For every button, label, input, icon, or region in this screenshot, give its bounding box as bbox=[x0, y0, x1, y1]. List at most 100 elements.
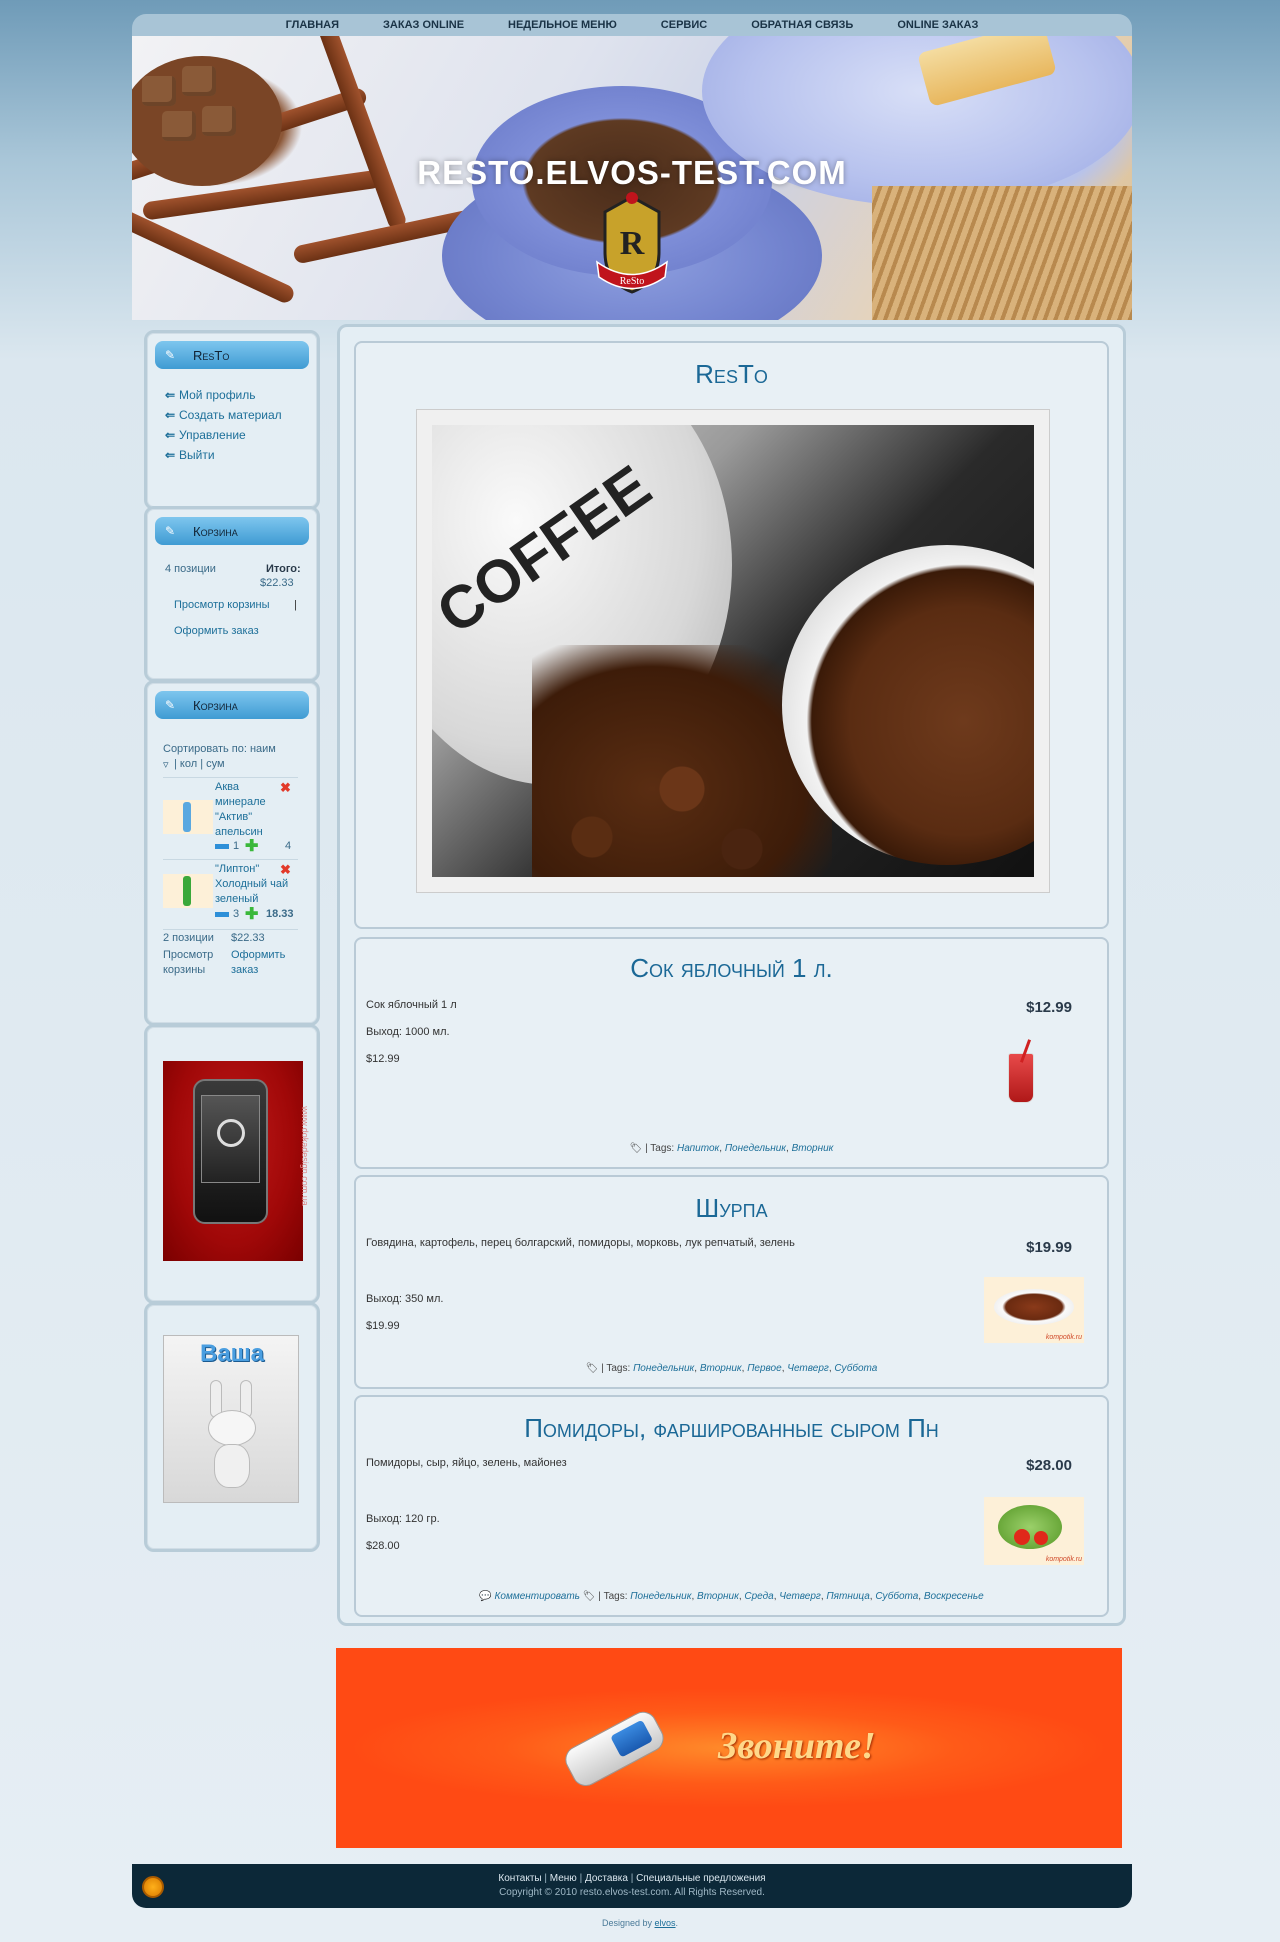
product-price: $28.00 bbox=[1026, 1457, 1072, 1474]
checkout-link[interactable]: Оформить заказ bbox=[174, 625, 259, 637]
banner-text: Звоните! bbox=[718, 1725, 876, 1767]
nav-online-order[interactable]: Online заказ bbox=[875, 19, 1000, 31]
cart-total-label: Итого: bbox=[266, 563, 301, 575]
cart-summary-header: ✎ Корзина bbox=[155, 517, 309, 545]
pen-icon: ✎ bbox=[165, 348, 176, 362]
tag-link[interactable]: Понедельник bbox=[633, 1363, 694, 1374]
menu-link-manage[interactable]: Управление bbox=[179, 428, 246, 442]
product-tags: 🏷 | Tags: Понедельник, Вторник, Первое, … bbox=[585, 1363, 878, 1374]
tag-link[interactable]: Понедельник bbox=[725, 1143, 786, 1154]
product-price: $19.99 bbox=[1026, 1239, 1072, 1256]
product-title[interactable]: Помидоры, фаршированные сыром Пн bbox=[356, 1413, 1107, 1444]
soup-bowl-image[interactable]: kompotik.ru bbox=[984, 1277, 1084, 1343]
increase-qty-icon[interactable]: ✚ bbox=[245, 904, 258, 924]
pen-icon: ✎ bbox=[165, 698, 176, 712]
footer-link-delivery[interactable]: Доставка bbox=[585, 1873, 628, 1884]
product-price-text: $12.99 bbox=[366, 1053, 400, 1065]
tag-link[interactable]: Напиток bbox=[677, 1143, 719, 1154]
tag-link[interactable]: Первое bbox=[747, 1363, 782, 1374]
tag-link[interactable]: Понедельник bbox=[630, 1591, 691, 1602]
product-tags: 🏷 | Tags: Напиток, Понедельник, Вторник bbox=[629, 1143, 834, 1154]
decrease-qty-icon[interactable] bbox=[215, 912, 229, 917]
designed-link[interactable]: elvos bbox=[655, 1918, 676, 1928]
comment-link[interactable]: Комментировать bbox=[495, 1591, 580, 1602]
cart-detail-view-link[interactable]: Просмотр корзины bbox=[163, 948, 223, 978]
lipton-bottle-thumb[interactable] bbox=[163, 874, 213, 908]
pen-icon: ✎ bbox=[165, 524, 176, 538]
nav-service[interactable]: Сервис bbox=[639, 19, 729, 31]
header-banner: RESTO.ELVOS-TEST.COM R ReSto bbox=[132, 36, 1132, 320]
cart-item-qty: 3 bbox=[233, 908, 240, 920]
product-yield: Выход: 1000 мл. bbox=[366, 1026, 450, 1038]
bunny-ad[interactable]: Ваша bbox=[163, 1335, 299, 1503]
phone-ad[interactable]: www.dokadesign.com.ua bbox=[163, 1061, 310, 1261]
product-title[interactable]: Шурпа bbox=[356, 1193, 1107, 1224]
nav-home[interactable]: Главная bbox=[264, 19, 361, 31]
phone-body bbox=[193, 1079, 268, 1224]
footer-link-specials[interactable]: Специальные предложения bbox=[636, 1873, 766, 1884]
rss-icon[interactable] bbox=[142, 1876, 164, 1898]
juice-glass-image[interactable] bbox=[998, 1039, 1048, 1115]
tag-icon: 🏷 bbox=[582, 1591, 596, 1602]
product-price-text: $28.00 bbox=[366, 1540, 400, 1552]
tag-link[interactable]: Суббота bbox=[834, 1363, 877, 1374]
sugar-cube-4 bbox=[202, 106, 236, 136]
tag-link[interactable]: Пятница bbox=[826, 1591, 869, 1602]
footer-link-menu[interactable]: Меню bbox=[550, 1873, 577, 1884]
user-menu-list: ⇐ Мой профиль ⇐ Создать материал ⇐ Управлен… bbox=[147, 369, 317, 465]
menu-item-profile[interactable]: ⇐ Мой профиль bbox=[165, 385, 317, 405]
sort-dropdown-icon[interactable]: ▿ bbox=[163, 758, 169, 771]
menu-link-logout[interactable]: Выйти bbox=[179, 448, 215, 462]
remove-icon[interactable]: ✖ bbox=[280, 780, 291, 796]
tag-link[interactable]: Вторник bbox=[697, 1591, 739, 1602]
coffee-image[interactable]: COFFEE bbox=[432, 425, 1034, 877]
sort-options[interactable]: | кол | сум bbox=[174, 758, 225, 770]
sort-label: Сортировать по: наим bbox=[163, 743, 276, 755]
tag-link[interactable]: Вторник bbox=[700, 1363, 742, 1374]
designed-suffix: . bbox=[675, 1918, 679, 1928]
resto-logo[interactable]: R ReSto bbox=[587, 192, 677, 302]
product-title[interactable]: Сок яблочный 1 л. bbox=[356, 953, 1107, 984]
tag-link[interactable]: Суббота bbox=[875, 1591, 918, 1602]
menu-item-create[interactable]: ⇐ Создать материал bbox=[165, 405, 317, 425]
nav-weekly-menu[interactable]: Недельное меню bbox=[486, 19, 639, 31]
arrow-left-icon: ⇐ bbox=[165, 408, 176, 422]
cinnamon-stick-3 bbox=[315, 36, 409, 232]
call-banner[interactable]: Звоните! bbox=[336, 1648, 1122, 1848]
tag-icon: 🏷 bbox=[629, 1143, 643, 1154]
cart-item: "Липтон" Холодный чай зеленый ✖ 3 ✚ 18.3… bbox=[163, 859, 298, 929]
menu-item-logout[interactable]: ⇐ Выйти bbox=[165, 445, 317, 465]
page-wrapper: Главная Заказ online Недельное меню Серв… bbox=[132, 14, 1132, 1914]
nav-feedback[interactable]: Обратная связь bbox=[729, 19, 875, 31]
product-price-text: $19.99 bbox=[366, 1320, 400, 1332]
cart-detail-checkout-link[interactable]: Оформить заказ bbox=[231, 948, 297, 978]
bunny-figure bbox=[204, 1380, 260, 1490]
water-bottle-thumb[interactable] bbox=[163, 800, 213, 834]
increase-qty-icon[interactable]: ✚ bbox=[245, 836, 258, 856]
featured-title: ResTo bbox=[695, 359, 768, 389]
menu-link-create[interactable]: Создать материал bbox=[179, 408, 282, 422]
site-title: RESTO.ELVOS-TEST.COM bbox=[417, 154, 847, 191]
arrow-left-icon: ⇐ bbox=[165, 448, 176, 462]
menu-link-profile[interactable]: Мой профиль bbox=[179, 388, 256, 402]
cart-item-name[interactable]: Аква минерале "Актив" апельсин bbox=[215, 780, 277, 840]
tag-link[interactable]: Четверг bbox=[787, 1363, 829, 1374]
svg-text:R: R bbox=[620, 225, 645, 262]
comment-icon[interactable]: 💬 bbox=[479, 1591, 491, 1602]
top-nav: Главная Заказ online Недельное меню Серв… bbox=[132, 14, 1132, 36]
footer-link-contacts[interactable]: Контакты bbox=[498, 1873, 541, 1884]
mobile-phone-icon bbox=[556, 1698, 672, 1798]
footer: Контакты | Меню | Доставка | Специальные… bbox=[132, 1864, 1132, 1908]
tag-link[interactable]: Воскресенье bbox=[924, 1591, 984, 1602]
tag-link[interactable]: Среда bbox=[744, 1591, 773, 1602]
menu-item-manage[interactable]: ⇐ Управление bbox=[165, 425, 317, 445]
arrow-left-icon: ⇐ bbox=[165, 388, 176, 402]
tag-link[interactable]: Четверг bbox=[779, 1591, 821, 1602]
stuffed-tomato-image[interactable]: kompotik.ru bbox=[984, 1497, 1084, 1565]
decrease-qty-icon[interactable] bbox=[215, 844, 229, 849]
cart-link-separator: | bbox=[294, 599, 297, 611]
remove-icon[interactable]: ✖ bbox=[280, 862, 291, 878]
tag-link[interactable]: Вторник bbox=[792, 1143, 834, 1154]
nav-order-online[interactable]: Заказ online bbox=[361, 19, 486, 31]
view-cart-link[interactable]: Просмотр корзины bbox=[174, 599, 270, 611]
